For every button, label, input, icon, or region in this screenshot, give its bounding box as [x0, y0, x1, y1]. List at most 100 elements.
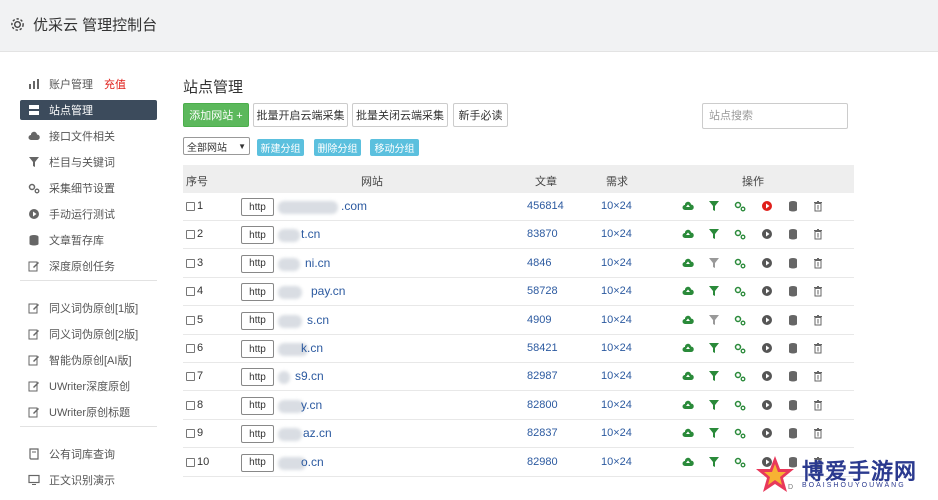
database-icon[interactable] — [787, 228, 799, 240]
site-domain-link[interactable]: k.cn — [301, 341, 323, 355]
site-domain-link[interactable]: o.cn — [301, 455, 324, 469]
run-icon[interactable] — [761, 399, 773, 411]
protocol-badge[interactable]: http — [241, 226, 274, 245]
sidebar-item-11[interactable]: UWriter深度原创 — [20, 376, 157, 396]
filter-icon[interactable] — [708, 456, 720, 468]
database-icon[interactable] — [787, 399, 799, 411]
row-checkbox[interactable] — [186, 258, 195, 268]
trash-icon[interactable] — [812, 399, 824, 411]
database-icon[interactable] — [787, 257, 799, 269]
sidebar-item-8[interactable]: 同义词伪原创[1版] — [20, 298, 157, 318]
settings-cogs-icon[interactable] — [734, 314, 746, 326]
batch-open-cloud-button[interactable]: 批量开启云端采集 — [253, 103, 348, 127]
site-domain-link[interactable]: az.cn — [303, 426, 332, 440]
cloud-upload-icon[interactable] — [682, 314, 694, 326]
cloud-upload-icon[interactable] — [682, 200, 694, 212]
filter-icon[interactable] — [708, 342, 720, 354]
filter-icon[interactable] — [708, 314, 720, 326]
sidebar-item-5[interactable]: 手动运行测试 — [20, 204, 157, 224]
protocol-badge[interactable]: http — [241, 396, 274, 415]
cloud-upload-icon[interactable] — [682, 257, 694, 269]
move-group-button[interactable]: 移动分组 — [370, 139, 419, 156]
sidebar-item-9[interactable]: 同义词伪原创[2版] — [20, 324, 157, 344]
site-domain-link[interactable]: s.cn — [307, 313, 329, 327]
protocol-badge[interactable]: http — [241, 198, 274, 216]
filter-icon[interactable] — [708, 370, 720, 382]
sidebar-item-1[interactable]: 站点管理 — [20, 100, 157, 120]
protocol-badge[interactable]: http — [241, 368, 274, 387]
database-icon[interactable] — [787, 370, 799, 382]
trash-icon[interactable] — [812, 257, 824, 269]
run-icon[interactable] — [761, 200, 773, 212]
site-domain-link[interactable]: t.cn — [301, 227, 320, 241]
sidebar-item-2[interactable]: 接口文件相关 — [20, 126, 157, 146]
beginner-guide-button[interactable]: 新手必读 — [453, 103, 508, 127]
row-checkbox[interactable] — [186, 400, 195, 410]
sidebar-item-0[interactable]: 账户管理 充值 — [20, 74, 157, 94]
sidebar-item-13[interactable]: 公有词库查询 — [20, 444, 157, 464]
run-icon[interactable] — [761, 427, 773, 439]
site-domain-link[interactable]: s9.cn — [295, 369, 324, 383]
run-icon[interactable] — [761, 370, 773, 382]
trash-icon[interactable] — [812, 200, 824, 212]
run-icon[interactable] — [761, 285, 773, 297]
protocol-badge[interactable]: http — [241, 311, 274, 330]
sidebar-item-14[interactable]: 正文识别演示 — [20, 470, 157, 490]
site-domain-link[interactable]: y.cn — [301, 398, 322, 412]
settings-cogs-icon[interactable] — [734, 370, 746, 382]
settings-cogs-icon[interactable] — [734, 257, 746, 269]
filter-icon[interactable] — [708, 427, 720, 439]
delete-group-button[interactable]: 删除分组 — [314, 139, 361, 156]
trash-icon[interactable] — [812, 314, 824, 326]
row-checkbox[interactable] — [186, 429, 195, 439]
sidebar-item-12[interactable]: UWriter原创标题 — [20, 402, 157, 422]
cloud-upload-icon[interactable] — [682, 342, 694, 354]
trash-icon[interactable] — [812, 427, 824, 439]
site-domain-link[interactable]: .com — [341, 199, 367, 213]
new-group-button[interactable]: 新建分组 — [257, 139, 304, 156]
cloud-upload-icon[interactable] — [682, 228, 694, 240]
add-site-button[interactable]: 添加网站 + — [183, 103, 249, 127]
cloud-upload-icon[interactable] — [682, 399, 694, 411]
filter-icon[interactable] — [708, 200, 720, 212]
run-icon[interactable] — [761, 257, 773, 269]
sidebar-item-7[interactable]: 深度原创任务 — [20, 256, 157, 276]
settings-cogs-icon[interactable] — [734, 200, 746, 212]
settings-cogs-icon[interactable] — [734, 228, 746, 240]
database-icon[interactable] — [787, 342, 799, 354]
trash-icon[interactable] — [812, 285, 824, 297]
site-domain-link[interactable]: ni.cn — [305, 256, 330, 270]
filter-icon[interactable] — [708, 228, 720, 240]
cloud-upload-icon[interactable] — [682, 456, 694, 468]
row-checkbox[interactable] — [186, 315, 195, 325]
settings-cogs-icon[interactable] — [734, 399, 746, 411]
database-icon[interactable] — [787, 200, 799, 212]
run-icon[interactable] — [761, 228, 773, 240]
cloud-upload-icon[interactable] — [682, 285, 694, 297]
settings-cogs-icon[interactable] — [734, 427, 746, 439]
protocol-badge[interactable]: http — [241, 283, 274, 302]
protocol-badge[interactable]: http — [241, 340, 274, 358]
settings-cogs-icon[interactable] — [734, 285, 746, 297]
protocol-badge[interactable]: http — [241, 254, 274, 273]
filter-icon[interactable] — [708, 285, 720, 297]
row-checkbox[interactable] — [186, 344, 195, 353]
site-search-input[interactable] — [702, 103, 848, 129]
filter-icon[interactable] — [708, 399, 720, 411]
cloud-upload-icon[interactable] — [682, 370, 694, 382]
row-checkbox[interactable] — [186, 287, 195, 297]
sidebar-item-10[interactable]: 智能伪原创[AI版] — [20, 350, 157, 370]
protocol-badge[interactable]: http — [241, 453, 274, 472]
run-icon[interactable] — [761, 314, 773, 326]
row-checkbox[interactable] — [186, 202, 195, 211]
trash-icon[interactable] — [812, 342, 824, 354]
settings-cogs-icon[interactable] — [734, 342, 746, 354]
row-checkbox[interactable] — [186, 372, 195, 382]
protocol-badge[interactable]: http — [241, 425, 274, 444]
database-icon[interactable] — [787, 285, 799, 297]
sidebar-item-3[interactable]: 栏目与关键词 — [20, 152, 157, 172]
sidebar-item-6[interactable]: 文章暂存库 — [20, 230, 157, 250]
row-checkbox[interactable] — [186, 230, 195, 240]
batch-close-cloud-button[interactable]: 批量关闭云端采集 — [352, 103, 448, 127]
database-icon[interactable] — [787, 314, 799, 326]
